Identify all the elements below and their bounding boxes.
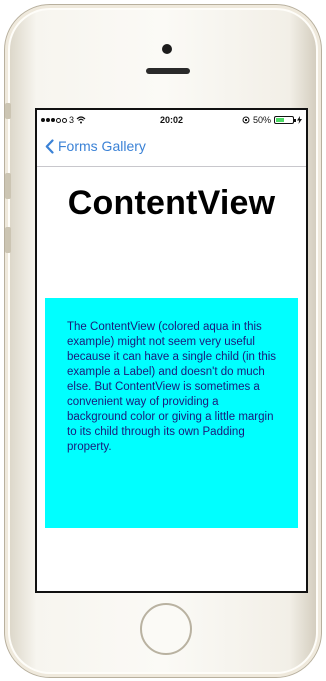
page-title: ContentView	[67, 184, 276, 222]
status-right: 50%	[242, 115, 302, 125]
earpiece-speaker	[146, 68, 190, 74]
battery-fill	[276, 118, 284, 122]
content-label: The ContentView (colored aqua in this ex…	[67, 321, 277, 453]
volume-up-button	[5, 173, 11, 199]
volume-down-button	[5, 227, 11, 253]
status-bar: 3 20:02 50%	[37, 110, 306, 130]
charging-icon	[297, 116, 302, 124]
battery-percent: 50%	[252, 115, 271, 125]
mute-switch	[5, 103, 11, 119]
phone-frame: 3 20:02 50% Forms Gallery ContentView Th…	[4, 4, 322, 678]
chevron-left-icon	[45, 138, 54, 154]
back-button-label: Forms Gallery	[58, 138, 146, 154]
content-view: The ContentView (colored aqua in this ex…	[45, 298, 298, 528]
front-camera	[162, 44, 172, 54]
back-button[interactable]: Forms Gallery	[45, 138, 146, 154]
battery-icon	[274, 116, 296, 124]
battery-tip	[294, 119, 296, 122]
home-button[interactable]	[140, 603, 192, 655]
orientation-lock-icon	[242, 116, 250, 124]
phone-screen: 3 20:02 50% Forms Gallery ContentView Th…	[35, 108, 308, 593]
navigation-bar: Forms Gallery	[37, 130, 306, 167]
